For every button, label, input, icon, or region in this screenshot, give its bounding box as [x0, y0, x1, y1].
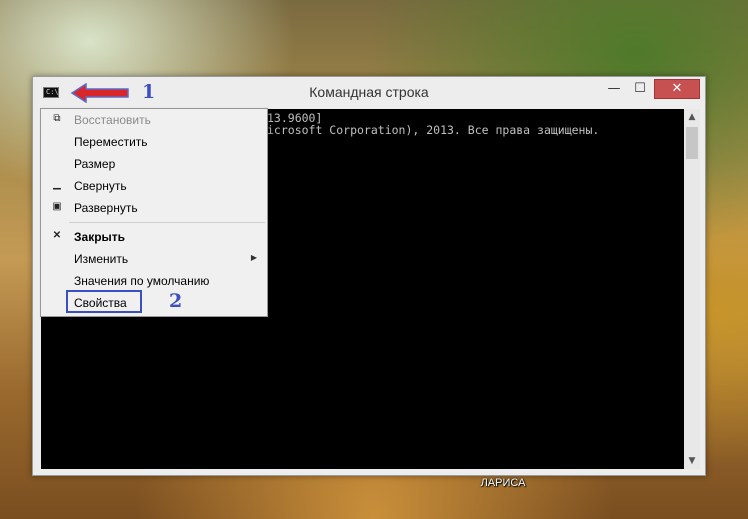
minimize-icon: ▁ [53, 179, 61, 190]
menu-item-maximize[interactable]: ▣ Развернуть [41, 197, 267, 219]
menu-item-edit[interactable]: Изменить ▶ [41, 248, 267, 270]
menu-item-label: Переместить [74, 135, 148, 149]
menu-item-move[interactable]: Переместить [41, 131, 267, 153]
menu-item-close[interactable]: ✕ Закрыть [41, 226, 267, 248]
scroll-thumb[interactable] [686, 127, 698, 159]
scroll-up-arrow-icon[interactable]: ▲ [684, 109, 700, 125]
menu-item-label: Свернуть [74, 179, 127, 193]
menu-item-label: Изменить [74, 252, 129, 266]
annotation-arrow-icon [70, 83, 129, 103]
menu-separator [69, 222, 265, 223]
desktop-icon-label[interactable]: ЛАРИСА [478, 477, 528, 489]
step-number-2: 2 [169, 290, 183, 312]
close-icon: ✕ [52, 230, 62, 241]
menu-item-minimize[interactable]: ▁ Свернуть [41, 175, 267, 197]
restore-icon: ⧉ [53, 113, 61, 124]
step-number-1: 1 [142, 81, 156, 103]
submenu-arrow-icon: ▶ [250, 253, 257, 262]
menu-item-label: Закрыть [74, 230, 126, 244]
scroll-down-arrow-icon[interactable]: ▼ [684, 453, 700, 469]
system-menu: ⧉ Восстановить Переместить Размер ▁ Свер… [40, 108, 268, 317]
close-button[interactable]: ✕ [654, 79, 700, 99]
maximize-button[interactable]: ☐ [627, 79, 653, 99]
menu-item-label: Значения по умолчанию [74, 274, 210, 288]
properties-highlight-box [66, 290, 142, 313]
console-line: icrosoft Corporation), 2013. Все права з… [267, 123, 600, 137]
menu-item-label: Восстановить [74, 113, 151, 127]
menu-item-defaults[interactable]: Значения по умолчанию [41, 270, 267, 292]
menu-item-size[interactable]: Размер [41, 153, 267, 175]
title-bar[interactable]: C:\ Командная строка — ☐ ✕ [33, 77, 705, 107]
menu-item-label: Размер [74, 157, 116, 171]
minimize-button[interactable]: — [601, 79, 627, 99]
maximize-icon: ▣ [52, 201, 62, 212]
menu-item-restore[interactable]: ⧉ Восстановить [41, 109, 267, 131]
menu-item-label: Развернуть [74, 201, 138, 215]
vertical-scrollbar[interactable]: ▲ ▼ [684, 109, 700, 469]
